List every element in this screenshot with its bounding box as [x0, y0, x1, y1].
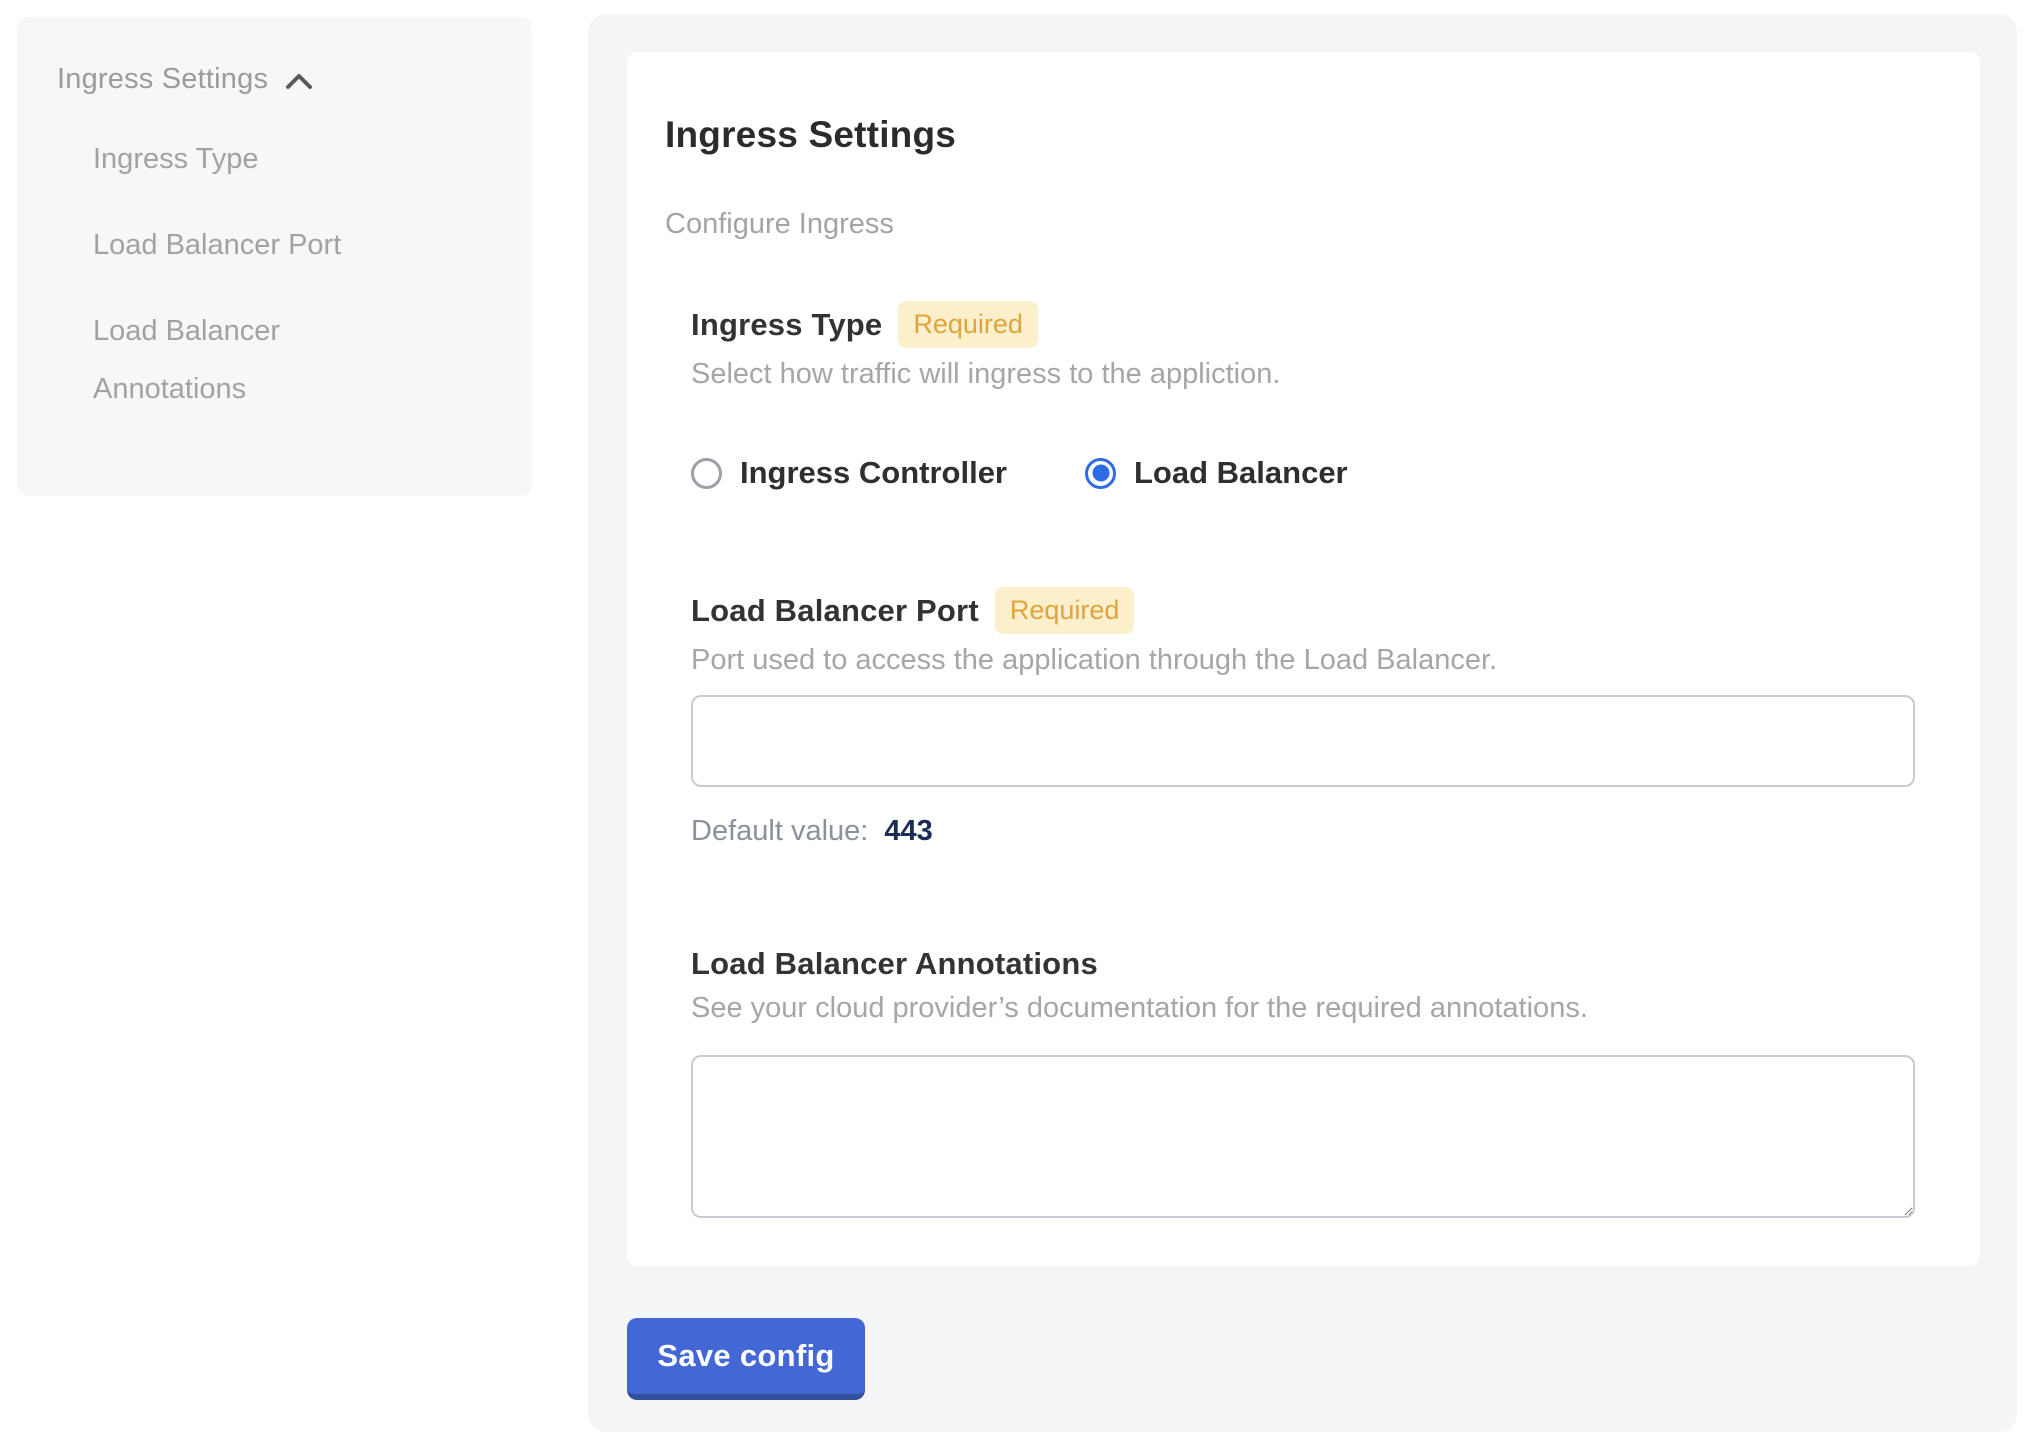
- ingress-type-heading: Ingress Type: [691, 307, 882, 343]
- default-value: 443: [884, 815, 932, 847]
- settings-sidebar: Ingress Settings Ingress Type Load Balan…: [17, 17, 532, 496]
- radio-option-ingress-controller[interactable]: Ingress Controller: [691, 455, 1007, 491]
- ingress-type-radio-group: Ingress Controller Load Balancer: [691, 455, 1942, 491]
- sidebar-item-load-balancer-annotations[interactable]: Load Balancer Annotations: [93, 302, 413, 418]
- load-balancer-port-input[interactable]: [691, 695, 1915, 787]
- sidebar-item-load-balancer-port[interactable]: Load Balancer Port: [93, 216, 413, 274]
- ingress-type-description: Select how traffic will ingress to the a…: [691, 358, 1942, 391]
- sidebar-section-ingress-settings[interactable]: Ingress Settings: [57, 63, 492, 96]
- radio-selected-icon[interactable]: [1085, 458, 1116, 489]
- page-title: Ingress Settings: [665, 114, 1942, 156]
- default-value-line: Default value: 443: [691, 815, 1942, 848]
- load-balancer-annotations-description: See your cloud provider’s documentation …: [691, 992, 1942, 1025]
- sidebar-nav: Ingress Type Load Balancer Port Load Bal…: [57, 130, 492, 418]
- ingress-type-section: Ingress Type Required Select how traffic…: [691, 301, 1942, 491]
- chevron-up-icon[interactable]: [284, 71, 314, 93]
- radio-unselected-icon[interactable]: [691, 458, 722, 489]
- load-balancer-annotations-textarea[interactable]: [691, 1055, 1915, 1218]
- load-balancer-port-description: Port used to access the application thro…: [691, 644, 1942, 677]
- load-balancer-port-heading: Load Balancer Port: [691, 593, 979, 629]
- ingress-settings-card: Ingress Settings Configure Ingress Ingre…: [627, 52, 1980, 1266]
- sidebar-item-ingress-type[interactable]: Ingress Type: [93, 130, 413, 188]
- load-balancer-port-section: Load Balancer Port Required Port used to…: [691, 587, 1942, 848]
- load-balancer-annotations-heading: Load Balancer Annotations: [691, 946, 1098, 982]
- default-value-label: Default value:: [691, 815, 868, 847]
- load-balancer-annotations-section: Load Balancer Annotations See your cloud…: [691, 946, 1942, 1218]
- page-subtitle: Configure Ingress: [665, 208, 1942, 241]
- radio-option-load-balancer[interactable]: Load Balancer: [1085, 455, 1348, 491]
- required-badge: Required: [898, 301, 1038, 348]
- required-badge: Required: [995, 587, 1135, 634]
- sidebar-section-title: Ingress Settings: [57, 63, 268, 96]
- settings-panel: Ingress Settings Configure Ingress Ingre…: [588, 14, 2017, 1432]
- save-config-button[interactable]: Save config: [627, 1318, 865, 1400]
